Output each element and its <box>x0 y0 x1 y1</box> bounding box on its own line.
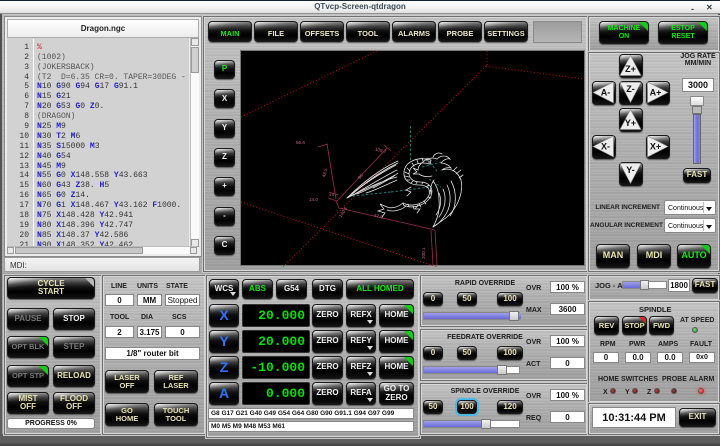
svg-text:X-: X- <box>601 142 610 152</box>
svg-text:43.5: 43.5 <box>321 168 328 178</box>
svg-text:X+: X+ <box>650 142 661 152</box>
svg-text:4.0: 4.0 <box>329 193 334 197</box>
svg-text:109.7: 109.7 <box>374 147 387 155</box>
svg-text:Y-: Y- <box>626 165 635 175</box>
svg-text:A-: A- <box>601 88 611 98</box>
svg-text:14.0: 14.0 <box>309 197 318 202</box>
svg-text:200.1: 200.1 <box>421 247 426 259</box>
svg-text:Z-: Z- <box>626 84 635 94</box>
svg-text:A+: A+ <box>650 88 662 98</box>
svg-text:56.6: 56.6 <box>296 140 305 145</box>
svg-text:Z+: Z+ <box>625 64 636 74</box>
svg-text:Y+: Y+ <box>625 118 636 128</box>
